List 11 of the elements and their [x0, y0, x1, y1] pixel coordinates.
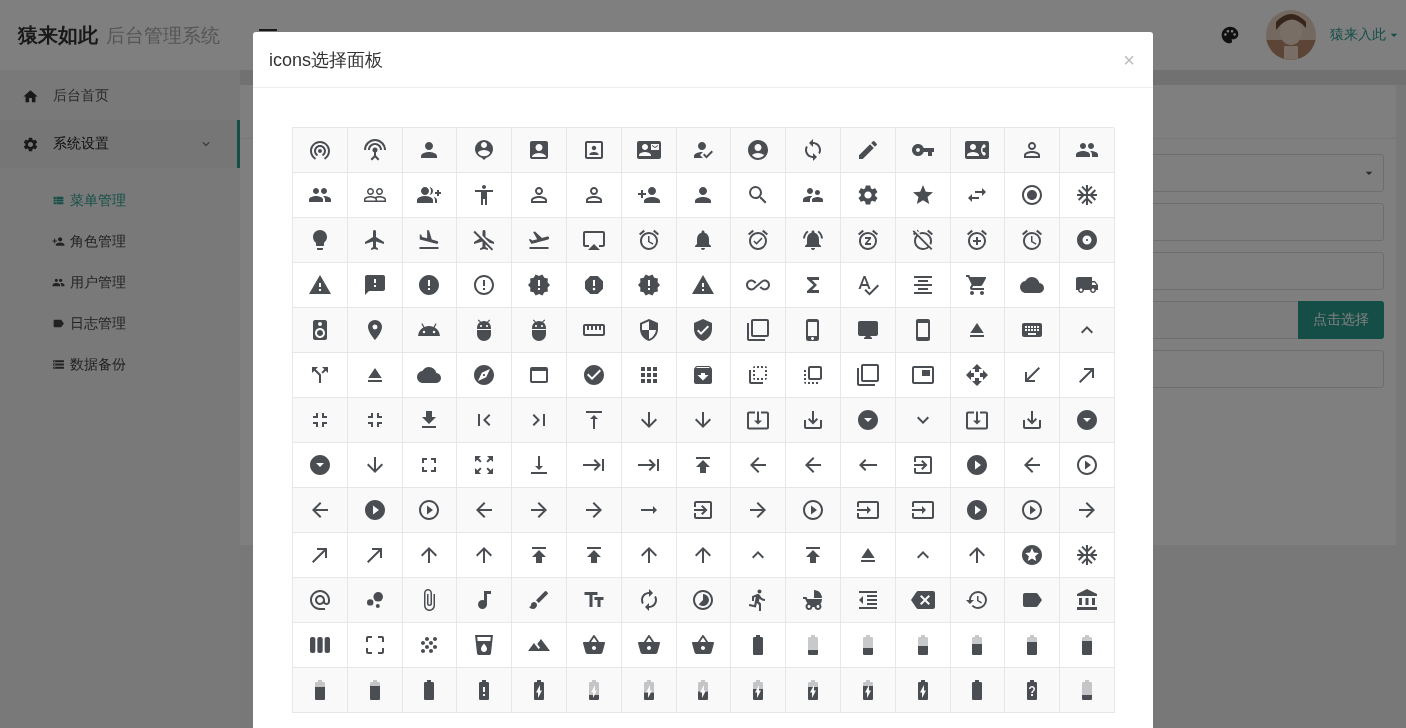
nav-subitem[interactable]: 日志管理 — [0, 303, 240, 344]
user-menu[interactable]: 猿来入此 — [1330, 26, 1402, 44]
close-button[interactable]: × — [1121, 49, 1137, 70]
nav-subitem[interactable]: 菜单管理 — [0, 180, 240, 221]
logo: 猿来如此 — [18, 22, 98, 48]
nav-subitem[interactable]: 角色管理 — [0, 221, 240, 262]
choose-button[interactable]: 点击选择 — [1298, 301, 1384, 339]
nav-item[interactable]: 后台首页 — [0, 72, 240, 120]
dialog-title: icons选择面板 — [269, 48, 384, 72]
nav-subitem[interactable]: 用户管理 — [0, 262, 240, 303]
nav-subitem[interactable]: 数据备份 — [0, 344, 240, 385]
